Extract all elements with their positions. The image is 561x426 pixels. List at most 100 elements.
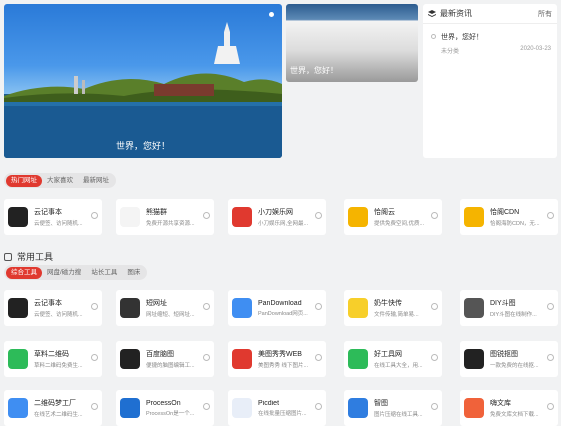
news-item[interactable]: 世界，您好！ 未分类 2020-03-23 — [423, 24, 557, 55]
hero-slide-main[interactable]: 世界，您好！ — [4, 4, 282, 158]
info-icon[interactable] — [315, 354, 322, 361]
info-icon[interactable] — [547, 403, 554, 410]
site-description: 一款免费的在线抠... — [490, 363, 539, 369]
info-icon[interactable] — [91, 354, 98, 361]
site-card[interactable]: 短网址网址缩短、短网址... — [116, 290, 214, 326]
site-name[interactable]: PanDownload — [258, 300, 322, 307]
info-icon[interactable] — [203, 354, 210, 361]
hi-icon — [464, 398, 484, 418]
tab-hot-sites[interactable]: 热门网址 — [6, 174, 42, 187]
tools-icon — [348, 349, 368, 369]
bullet-icon — [431, 34, 436, 39]
info-icon[interactable] — [203, 303, 210, 310]
news-header: 最新资讯 所有 — [423, 4, 557, 24]
site-name[interactable]: 图锐抠图 — [490, 349, 554, 359]
info-icon[interactable] — [431, 354, 438, 361]
site-card[interactable]: 图锐抠图一款免费的在线抠... — [460, 341, 558, 377]
on-icon — [120, 398, 140, 418]
site-name[interactable]: 熊猫群 — [146, 207, 210, 217]
site-card[interactable]: 云记事本 云便签、访问随机... — [4, 199, 102, 235]
site-name[interactable]: 奶牛快传 — [374, 298, 438, 308]
site-description: 恰阁海防CDN，无... — [490, 221, 540, 227]
xd-logo-icon — [232, 207, 252, 227]
site-name[interactable]: ProcessOn — [146, 400, 210, 407]
link-icon — [120, 298, 140, 318]
info-icon[interactable] — [547, 303, 554, 310]
info-icon[interactable] — [91, 212, 98, 219]
info-icon[interactable] — [315, 303, 322, 310]
info-icon[interactable] — [547, 354, 554, 361]
site-card[interactable]: DIY斗图 DIY斗图在线制作... — [460, 290, 558, 326]
tab-netdisk-search[interactable]: 网盘/磁力搜 — [42, 267, 86, 279]
site-card[interactable]: 好工具网 在线工具大全，用... — [344, 341, 442, 377]
site-card[interactable]: 二维码梦工厂 在线艺术二维码生... — [4, 390, 102, 426]
hero-slide-secondary[interactable]: 世界，您好！ — [286, 4, 418, 82]
tab-popular[interactable]: 大家喜欢 — [42, 175, 78, 187]
site-name[interactable]: 草料二维码 — [34, 349, 98, 359]
site-description: 便捷的脑图编辑工... — [146, 363, 195, 369]
slider-dot[interactable] — [269, 12, 274, 17]
site-name[interactable]: 恰阁CDN — [490, 207, 554, 217]
site-card[interactable]: 美图秀秀WEB 美图秀秀 线下图片... — [228, 341, 326, 377]
site-description: 在线批量压缩图片... — [258, 410, 307, 417]
site-description: 文件传输,简单易... — [374, 312, 419, 318]
site-name[interactable]: 好工具网 — [374, 349, 438, 359]
tab-webmaster-tools[interactable]: 站长工具 — [86, 267, 122, 279]
info-icon[interactable] — [203, 212, 210, 219]
site-name[interactable]: 短网址 — [146, 298, 210, 308]
site-name[interactable]: 智图 — [374, 398, 438, 408]
site-card[interactable]: 奶牛快传文件传输,简单易... — [344, 290, 442, 326]
pen-icon — [8, 207, 28, 227]
site-name[interactable]: 美图秀秀WEB — [258, 349, 322, 359]
info-icon[interactable] — [315, 403, 322, 410]
info-icon[interactable] — [431, 212, 438, 219]
site-card[interactable]: ProcessOn ProcessOn是一个... — [116, 390, 214, 426]
info-icon[interactable] — [203, 403, 210, 410]
news-title: 最新资讯 — [440, 9, 472, 18]
pen-icon — [8, 298, 28, 318]
site-name[interactable]: Picdiet — [258, 400, 322, 407]
news-item-category[interactable]: 未分类 — [441, 46, 459, 55]
site-description: ProcessOn是一个... — [146, 410, 195, 417]
site-card[interactable]: Picdiet 在线批量压缩图片... — [228, 390, 326, 426]
site-description: 网址缩短、短网址... — [146, 312, 195, 318]
site-name[interactable]: 百度脑图 — [146, 349, 210, 359]
site-card[interactable]: 百度脑图便捷的脑图编辑工... — [116, 341, 214, 377]
stack-icon — [348, 207, 368, 227]
tab-image-hosting[interactable]: 图床 — [122, 267, 145, 279]
site-card[interactable]: 智图 图片压缩在线工具... — [344, 390, 442, 426]
tab-latest-sites[interactable]: 最新网址 — [78, 175, 114, 187]
site-name[interactable]: 云记事本 — [34, 298, 98, 308]
face-icon — [464, 298, 484, 318]
site-name[interactable]: 小刀娱乐网 — [258, 207, 322, 217]
site-card[interactable]: 嗨文库免费文库文档下载... — [460, 390, 558, 426]
site-name[interactable]: 嗨文库 — [490, 398, 554, 408]
site-name[interactable]: DIY斗图 — [490, 298, 554, 308]
site-description: 云便签、访问随机... — [34, 312, 83, 318]
site-card[interactable]: 云记事本云便签、访问随机... — [4, 290, 102, 326]
site-name[interactable]: 二维码梦工厂 — [34, 398, 98, 408]
tab-general-tools[interactable]: 综合工具 — [6, 266, 42, 279]
site-card[interactable]: 草料二维码 草料二维码免费生... — [4, 341, 102, 377]
site-card[interactable]: 小刀娱乐网 小刀娱乐网,全网最... — [228, 199, 326, 235]
common-tools-heading: 常用工具 — [4, 250, 53, 263]
common-tools-title: 常用工具 — [17, 252, 54, 262]
info-icon[interactable] — [547, 212, 554, 219]
news-more-link[interactable]: 所有 — [538, 9, 552, 19]
site-description: DIY斗图在线制作... — [490, 312, 537, 318]
info-icon[interactable] — [431, 303, 438, 310]
info-icon[interactable] — [315, 212, 322, 219]
site-description: 免费文库文档下载... — [490, 412, 539, 418]
site-name[interactable]: 云记事本 — [34, 207, 98, 217]
info-icon[interactable] — [91, 303, 98, 310]
info-icon[interactable] — [91, 403, 98, 410]
site-name[interactable]: 恰阁云 — [374, 207, 438, 217]
news-item-title[interactable]: 世界，您好！ — [441, 32, 551, 42]
common-tools-tabs: 综合工具 网盘/磁力搜 站长工具 图床 — [4, 265, 148, 280]
info-icon[interactable] — [431, 403, 438, 410]
site-card[interactable]: PanDownload PanDownload网页... — [228, 290, 326, 326]
site-card[interactable]: 恰阁云 提供免费空间,优质... — [344, 199, 442, 235]
site-card[interactable]: 恰阁CDN 恰阁海防CDN，无... — [460, 199, 558, 235]
site-card[interactable]: 熊猫群 免费开源共享资源... — [116, 199, 214, 235]
news-item-date: 2020-03-23 — [520, 46, 551, 52]
